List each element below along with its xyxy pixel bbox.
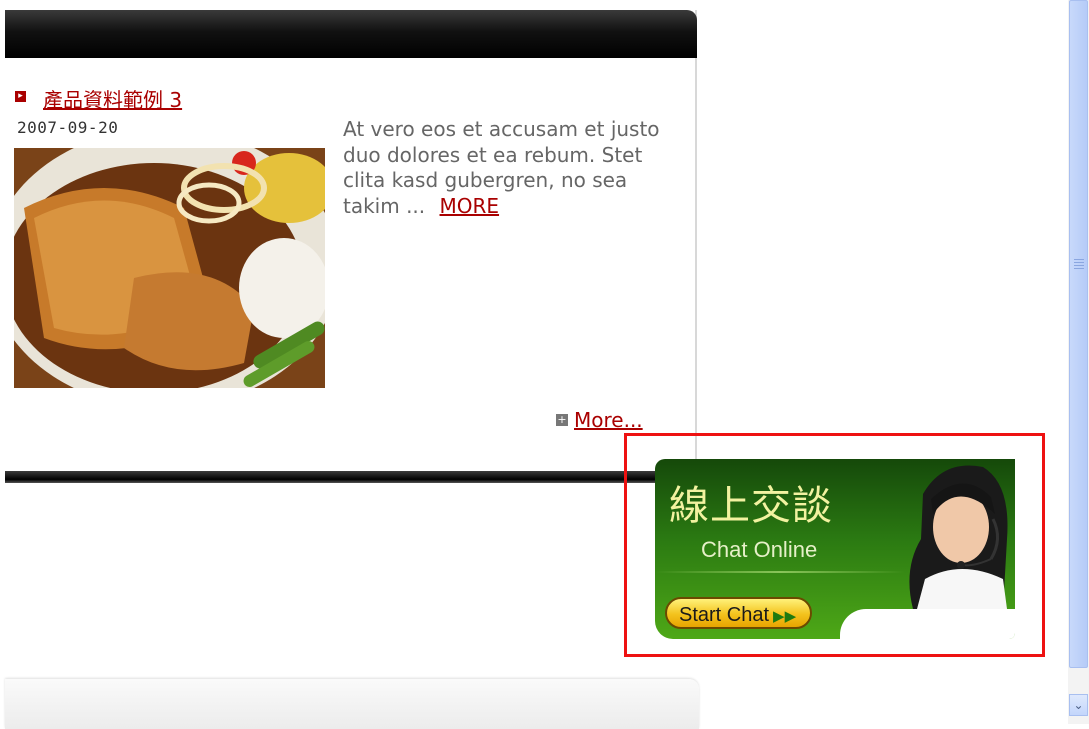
product-photo[interactable] [14,148,325,388]
food-photo-illustration [14,148,325,388]
plus-box-icon: + [556,413,568,426]
more-link-container: + More... [556,408,643,432]
product-title-link[interactable]: 產品資料範例 3 [43,84,182,113]
product-date: 2007-09-20 [17,118,119,137]
arrow-box-icon: ▸ [15,91,26,102]
scrollbar-thumb[interactable] [1069,0,1088,668]
product-description: At vero eos et accusam et justo duo dolo… [343,117,673,219]
description-text: At vero eos et accusam et justo duo dolo… [343,117,660,218]
panel-header-bar [5,10,697,58]
scroll-down-button[interactable]: ⌄ [1069,694,1088,716]
vertical-scrollbar[interactable]: ⌄ [1068,0,1089,724]
highlight-box [624,433,1045,657]
chevron-down-icon: ⌄ [1073,698,1084,712]
more-inline-link[interactable]: MORE [440,194,500,218]
grip-icon [1074,259,1084,271]
lower-panel-header [5,679,699,729]
more-link[interactable]: More... [574,408,643,432]
panel-footer-bar [5,471,697,483]
product-panel: ▸ 產品資料範例 3 2007-09-20 At vero eos et acc… [5,10,697,483]
